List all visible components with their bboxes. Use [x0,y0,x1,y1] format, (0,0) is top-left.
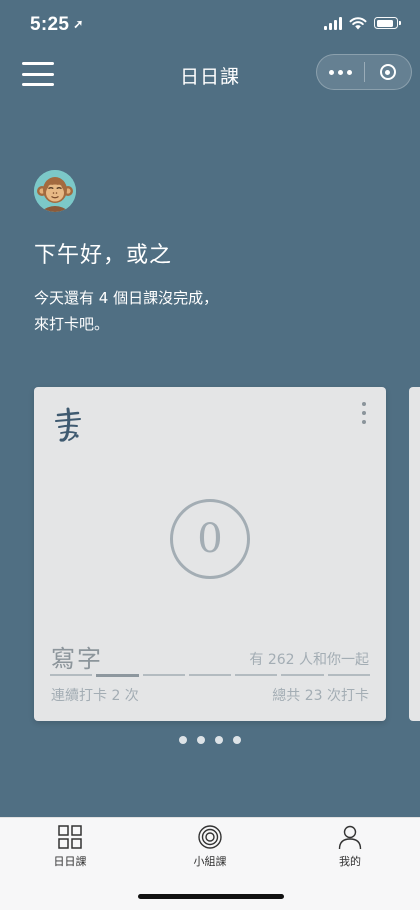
status-time: 5:25 ➚ [30,14,84,36]
tab-daily[interactable]: 日日課 [30,824,110,869]
pagination-dot[interactable] [197,736,205,744]
progress-segment [188,674,232,676]
greeting-text: 下午好，或之 [34,243,173,268]
home-indicator [138,894,284,899]
progress-segment [142,674,185,676]
location-arrow-icon: ➚ [73,17,84,31]
pagination-dot[interactable] [215,736,223,744]
total-checkins-text: 總共 23 次打卡 [272,688,369,704]
more-dots-icon [329,69,334,75]
card-more-button[interactable] [354,402,374,424]
close-miniprogram-button[interactable] [365,55,411,89]
progress-segment [281,674,324,676]
reminder-line-2: 來打卡吧。 [34,315,110,333]
pagination-dots [179,736,241,744]
target-icon [198,825,222,849]
tab-profile-label: 我的 [339,855,361,868]
next-course-card-peek[interactable] [409,387,420,721]
pagination-dot[interactable] [233,736,241,744]
tab-profile[interactable]: 我的 [310,824,390,869]
target-close-icon [379,64,396,80]
progress-segment [50,674,93,676]
week-progress [50,673,370,677]
grid-icon [58,825,82,849]
miniprogram-capsule [316,54,412,90]
reminder-line-1: 今天還有 4 個日課沒完成， [34,289,219,307]
wifi-icon [349,16,367,29]
battery-level [376,19,393,27]
status-icons [324,16,401,30]
participants-text: 有 262 人和你一起 [249,652,369,668]
monkey-avatar-icon [34,170,76,212]
status-bar: 5:25 ➚ [0,0,420,50]
cellular-signal-icon [324,16,342,30]
tab-group-label: 小組課 [193,855,227,868]
navigation-bar: 日日課 [0,50,420,98]
streak-text: 連續打卡 2 次 [51,688,139,704]
course-title: 寫字 [51,645,103,673]
avatar[interactable] [34,170,76,212]
checkin-count: 0 [197,516,223,562]
more-options-button[interactable] [317,55,364,89]
checkin-counter[interactable]: 0 [170,499,250,579]
person-icon [338,825,362,850]
calligraphy-logo-icon [55,407,81,442]
progress-segment [327,674,370,676]
clock-text: 5:25 [30,14,70,35]
battery-icon [374,17,401,29]
reminder-text: 今天還有 4 個日課沒完成， 來打卡吧。 [34,285,218,337]
pagination-dot[interactable] [179,736,187,744]
course-card[interactable]: 0 寫字 有 262 人和你一起 連續打卡 2 次 總共 23 次打卡 [34,387,386,721]
progress-segment [96,673,139,677]
tab-group[interactable]: 小組課 [170,824,250,869]
progress-segment [235,674,278,676]
tab-daily-label: 日日課 [53,855,87,868]
